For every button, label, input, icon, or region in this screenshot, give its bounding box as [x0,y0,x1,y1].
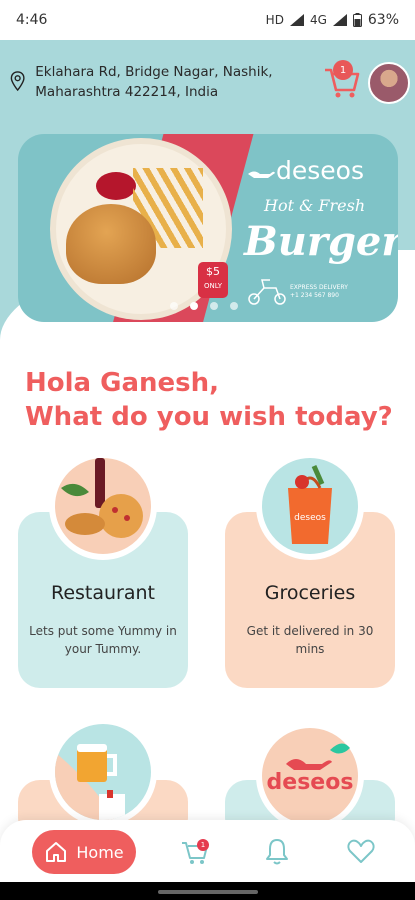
location-selector[interactable]: Eklahara Rd, Bridge Nagar, Nashik, Mahar… [10,62,330,102]
carousel-dots [170,302,238,310]
location-address: Eklahara Rd, Bridge Nagar, Nashik, Mahar… [35,64,273,100]
carousel-dot[interactable] [190,302,198,310]
favorites-heart-icon[interactable] [346,836,376,866]
banner-headline: Burger [244,218,398,265]
greeting-name: Hola Ganesh, [25,368,220,398]
delivery-label: EXPRESS DELIVERY [290,284,348,291]
status-icons: HD 4G 63% [266,12,399,28]
nav-home-button[interactable]: Home [32,830,136,874]
banner-brand: deseos [276,156,364,185]
user-avatar[interactable] [368,62,410,104]
category-title: Restaurant [50,582,156,604]
battery-icon [352,13,362,27]
grocery-bag-icon: deseos [288,464,332,544]
delivery-phone: +1 234 567 890 [290,292,339,299]
carousel-dot[interactable] [170,302,178,310]
nav-home-label: Home [76,842,124,862]
bottom-nav: Home 1 [0,820,415,882]
signal-icon [289,14,304,26]
promo-banner[interactable]: deseos Hot & Fresh Burger $5 ONLY EXPRES… [18,134,398,322]
greeting: Hola Ganesh, What do you wish today? [25,366,393,434]
system-gesture-handle[interactable] [158,890,258,894]
greeting-question: What do you wish today? [25,402,393,432]
status-time: 4:46 [16,12,48,28]
liquor-image [49,718,157,826]
category-desc: Lets put some Yummy in your Tummy. [29,624,177,656]
food-icon [61,458,143,538]
category-desc: Get it delivered in 30 mins [246,624,374,656]
notification-bell-icon[interactable] [262,836,292,866]
banner-price: $5 ONLY [198,262,228,298]
cart-badge: 1 [333,60,353,80]
deseos-word: deseos [266,770,354,795]
lamp-logo-icon [248,171,275,178]
category-title: Groceries [264,582,356,604]
hd-label: HD [265,13,284,27]
groceries-image: deseos [256,452,364,560]
banner-burger [66,204,156,284]
beer-mug-icon [55,744,125,820]
battery-percent: 63% [367,12,399,28]
carousel-dot[interactable] [210,302,218,310]
delivery-info: EXPRESS DELIVERY +1 234 567 890 [290,284,348,300]
home-icon [46,842,67,862]
restaurant-image [49,452,157,560]
deseos-image: deseos [256,722,364,830]
location-pin-icon [10,71,25,92]
banner-sauce [96,172,136,200]
price-value: $5 [206,265,220,278]
network-label: 4G [309,13,327,27]
carousel-dot[interactable] [230,302,238,310]
status-bar: 4:46 HD 4G 63% [0,0,415,40]
banner-tagline: Hot & Fresh [264,196,366,215]
price-unit: ONLY [204,282,222,290]
bag-logo-text: deseos [294,513,326,523]
nav-cart-badge: 1 [197,839,209,851]
signal-icon-2 [332,14,347,26]
scooter-icon [248,279,286,305]
